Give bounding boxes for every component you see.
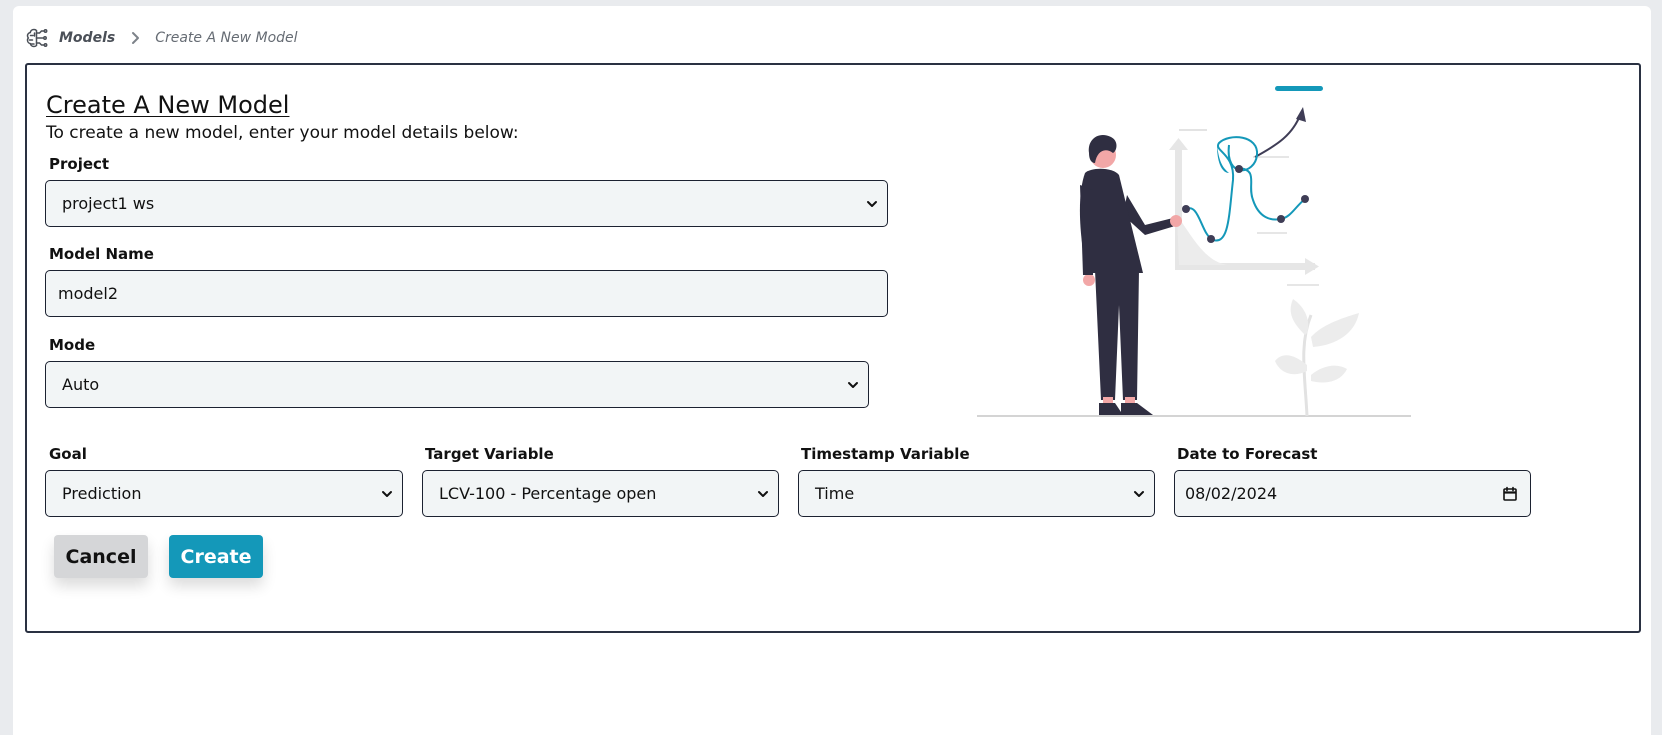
goal-label: Goal [49,445,87,463]
chevron-right-icon [132,32,140,44]
target-variable-value: LCV-100 - Percentage open [439,484,657,503]
timestamp-variable-label: Timestamp Variable [801,445,970,463]
project-select[interactable]: project1 ws [45,180,888,227]
date-to-forecast-value: 08/02/2024 [1185,484,1278,503]
page-title: Create A New Model [46,91,290,119]
project-select-value: project1 ws [62,194,155,213]
chevron-down-icon [758,490,768,497]
breadcrumb: Models Create A New Model [25,26,298,50]
goal-select[interactable]: Prediction [45,470,403,517]
goal-select-value: Prediction [62,484,142,503]
chevron-down-icon [1134,490,1144,497]
create-model-card: Create A New Model To create a new model… [25,63,1641,633]
analytics-illustration [977,86,1411,417]
timestamp-variable-select[interactable]: Time [798,470,1155,517]
mode-select[interactable]: Auto [45,361,869,408]
chevron-down-icon [848,381,858,388]
breadcrumb-current: Create A New Model [155,30,298,46]
date-to-forecast-input[interactable]: 08/02/2024 [1174,470,1531,517]
breadcrumb-models-link[interactable]: Models [59,30,115,46]
chevron-down-icon [382,490,392,497]
page-subtitle: To create a new model, enter your model … [46,123,519,143]
target-variable-select[interactable]: LCV-100 - Percentage open [422,470,779,517]
date-to-forecast-label: Date to Forecast [1177,445,1318,463]
model-name-value: model2 [58,284,118,303]
page-container: Models Create A New Model Create A New M… [13,6,1651,735]
calendar-icon[interactable] [1502,486,1518,502]
model-name-input[interactable]: model2 [45,270,888,317]
create-button[interactable]: Create [169,535,263,578]
target-variable-label: Target Variable [425,445,554,463]
cancel-button[interactable]: Cancel [54,535,148,578]
mode-label: Mode [49,336,96,354]
mode-select-value: Auto [62,375,100,394]
timestamp-variable-value: Time [815,484,855,503]
brain-circuit-icon [26,28,48,48]
project-label: Project [49,155,110,173]
model-name-label: Model Name [49,245,154,263]
chevron-down-icon [867,200,877,207]
